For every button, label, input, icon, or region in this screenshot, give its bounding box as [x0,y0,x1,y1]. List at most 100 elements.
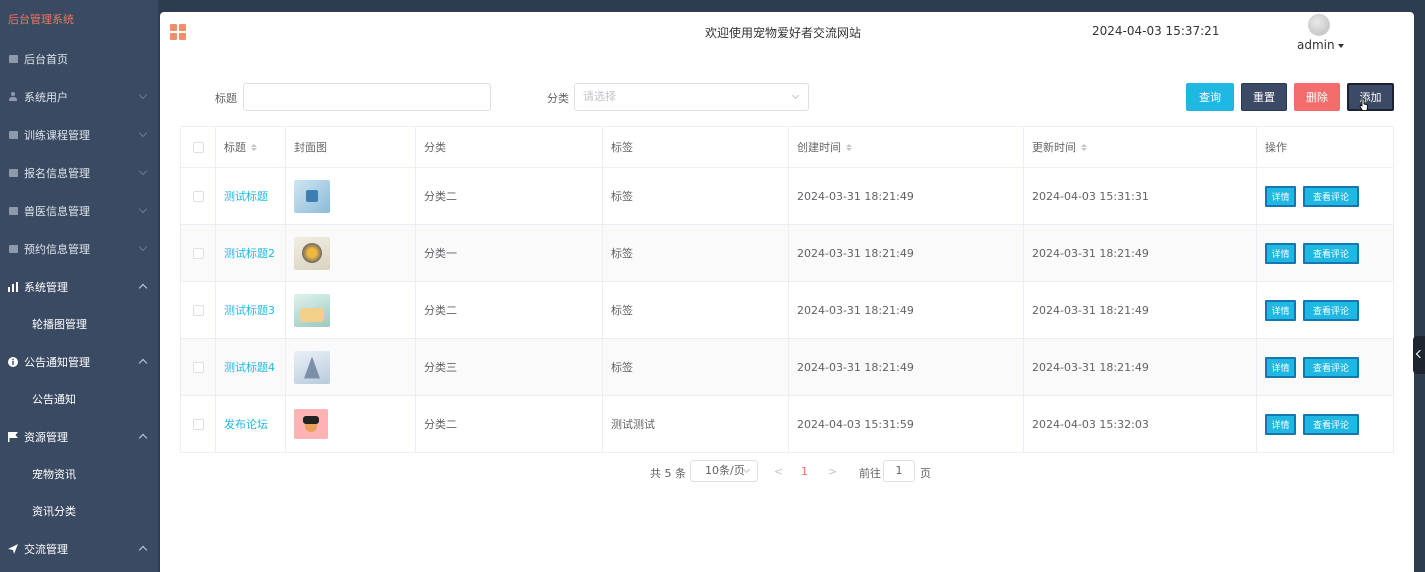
column-header-updated[interactable]: 更新时间 [1024,127,1257,167]
username: admin [1297,38,1335,52]
chevron-up-icon [138,358,148,368]
sort-icon[interactable] [1081,143,1087,151]
cover-image [294,179,330,213]
row-checkbox[interactable] [192,190,204,202]
chevron-up-icon [138,545,148,555]
delete-button[interactable]: 删除 [1294,83,1340,111]
row-checkbox[interactable] [192,361,204,373]
sidebar-item-system-admin[interactable]: 系统管理 [0,268,158,306]
sidebar-item-label: 报名信息管理 [24,167,90,180]
title-filter-input[interactable] [243,83,491,111]
table-row: 测试标题 分类二 标签 2024-03-31 18:21:49 2024-04-… [181,168,1393,225]
row-title-link[interactable]: 测试标题3 [224,302,275,318]
sidebar-item-home[interactable]: 后台首页 [0,40,158,78]
view-comments-button[interactable]: 查看评论 [1303,242,1359,264]
title-filter-label: 标题 [215,92,237,105]
row-title-link[interactable]: 测试标题2 [224,245,275,261]
cover-image [294,350,330,384]
prev-page-button[interactable]: < [774,465,783,478]
avatar[interactable] [1308,14,1330,36]
square-icon [8,206,18,216]
detail-button[interactable]: 详情 [1265,185,1296,207]
detail-button[interactable]: 详情 [1265,356,1296,378]
view-comments-button[interactable]: 查看评论 [1303,413,1359,435]
row-checkbox[interactable] [192,304,204,316]
add-button[interactable]: 添加 [1347,83,1394,111]
reset-button[interactable]: 重置 [1241,83,1287,111]
square-icon [8,130,18,140]
row-created: 2024-03-31 18:21:49 [789,339,1024,395]
send-icon [8,544,18,554]
cover-image [294,293,330,327]
category-filter-label: 分类 [547,92,569,105]
view-comments-button[interactable]: 查看评论 [1303,356,1359,378]
detail-button[interactable]: 详情 [1265,299,1296,321]
sidebar-item-resources[interactable]: 资源管理 [0,418,158,456]
goto-label: 前往 [859,467,881,480]
select-all-checkbox[interactable] [192,141,204,153]
table-row: 测试标题3 分类二 标签 2024-03-31 18:21:49 2024-03… [181,282,1393,339]
caret-down-icon [1337,43,1344,48]
detail-button[interactable]: 详情 [1265,413,1296,435]
row-updated: 2024-03-31 18:21:49 [1024,225,1257,281]
menu-toggle-icon[interactable] [170,24,186,40]
square-icon [8,168,18,178]
column-header-actions: 操作 [1265,141,1287,154]
sidebar-item-appointments[interactable]: 预约信息管理 [0,230,158,268]
next-page-button[interactable]: > [828,465,837,478]
sidebar-subitem-pet-news[interactable]: 宠物资讯 [0,456,158,493]
sidebar-item-courses[interactable]: 训练课程管理 [0,116,158,154]
row-updated: 2024-04-03 15:31:31 [1024,168,1257,224]
sidebar-item-label: 公告通知管理 [24,356,90,369]
top-bar: 欢迎使用宠物爱好者交流网站 2024-04-03 15:37:21 admin [160,12,1414,52]
column-header-title[interactable]: 标题 [216,127,286,167]
category-select[interactable]: 请选择 [574,83,809,111]
select-all-cell [181,127,216,167]
chevron-down-icon [138,166,148,176]
chevron-down-icon [138,128,148,138]
welcome-text: 欢迎使用宠物爱好者交流网站 [705,26,862,40]
sidebar-subitem-news-category[interactable]: 资讯分类 [0,493,158,530]
sidebar-item-vets[interactable]: 兽医信息管理 [0,192,158,230]
row-title-link[interactable]: 发布论坛 [224,416,268,432]
row-title-link[interactable]: 测试标题4 [224,359,275,375]
chevron-down-icon [791,91,800,100]
sidebar-item-system-users[interactable]: 系统用户 [0,78,158,116]
cover-image [294,409,328,439]
view-comments-button[interactable]: 查看评论 [1303,299,1359,321]
collapse-panel-tab[interactable] [1413,336,1425,374]
sidebar-item-label: 兽医信息管理 [24,205,90,218]
row-checkbox[interactable] [192,247,204,259]
pagination: 共 5 条 10条/页 < 1 > 前往 1 页 [160,460,1414,482]
chevron-up-icon [138,283,148,293]
goto-page-input[interactable]: 1 [883,460,915,482]
sidebar-subitem-notice[interactable]: 公告通知 [0,381,158,418]
table-row: 发布论坛 分类二 测试测试 2024-04-03 15:31:59 2024-0… [181,396,1393,453]
column-header-created[interactable]: 创建时间 [789,127,1024,167]
page-size-select[interactable]: 10条/页 [690,460,758,482]
row-category: 分类二 [416,396,603,452]
sidebar-subitem-carousel[interactable]: 轮播图管理 [0,306,158,343]
row-category: 分类二 [416,168,603,224]
user-menu[interactable]: admin [1297,38,1344,52]
sidebar-item-label: 预约信息管理 [24,243,90,256]
category-select-placeholder: 请选择 [583,90,616,103]
sidebar-item-registration[interactable]: 报名信息管理 [0,154,158,192]
sort-icon[interactable] [251,143,257,151]
sidebar-item-label: 资源管理 [24,431,68,444]
sort-icon[interactable] [846,143,852,151]
row-title-link[interactable]: 测试标题 [224,188,268,204]
row-category: 分类一 [416,225,603,281]
row-checkbox[interactable] [192,418,204,430]
cover-image [294,236,330,270]
query-button[interactable]: 查询 [1186,83,1234,111]
row-created: 2024-03-31 18:21:49 [789,282,1024,338]
pagination-total: 共 5 条 [650,467,686,480]
view-comments-button[interactable]: 查看评论 [1303,185,1359,207]
detail-button[interactable]: 详情 [1265,242,1296,264]
sidebar-item-notices[interactable]: 公告通知管理 [0,343,158,381]
sidebar-item-exchange[interactable]: 交流管理 [0,530,158,568]
monitor-icon [8,54,18,64]
page-number-current[interactable]: 1 [801,465,808,478]
main-panel: 欢迎使用宠物爱好者交流网站 2024-04-03 15:37:21 admin … [160,12,1414,572]
